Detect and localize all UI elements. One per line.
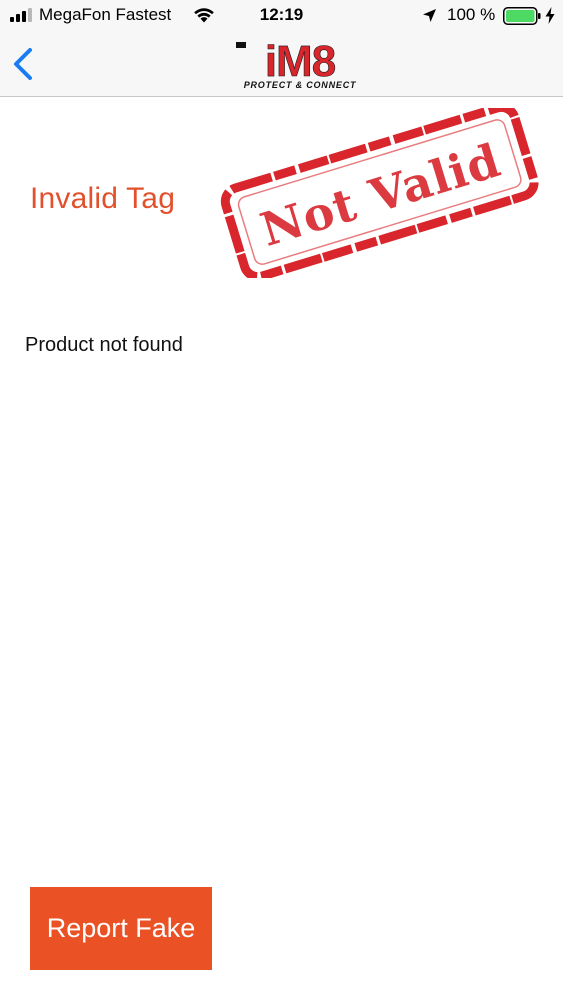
carrier-name: MegaFon Fastest <box>39 5 172 24</box>
status-time: 12:19 <box>259 5 304 24</box>
location-arrow-icon <box>423 9 436 22</box>
logo-tagline: PROTECT & CONNECT <box>244 80 357 90</box>
report-fake-button[interactable]: Report Fake <box>30 887 212 970</box>
screen: MegaFon Fastest 12:19 100 % iM8 PROTECT … <box>0 0 563 1000</box>
invalid-tag-title: Invalid Tag <box>30 182 176 215</box>
back-button[interactable] <box>8 44 40 84</box>
status-bar: MegaFon Fastest 12:19 100 % <box>0 0 563 32</box>
navigation-bar: iM8 PROTECT & CONNECT <box>0 32 563 97</box>
logo-wordmark: iM8 <box>265 38 336 86</box>
chevron-left-icon <box>14 48 32 80</box>
product-not-found-message: Product not found <box>25 334 183 356</box>
wifi-icon <box>194 8 214 23</box>
not-valid-stamp: Not Valid <box>220 108 539 278</box>
cellular-signal-icon <box>10 8 32 22</box>
battery-icon <box>503 7 541 25</box>
battery-percent: 100 % <box>447 5 496 24</box>
charging-bolt-icon <box>545 7 555 24</box>
im8-logo: iM8 PROTECT & CONNECT <box>236 38 357 90</box>
